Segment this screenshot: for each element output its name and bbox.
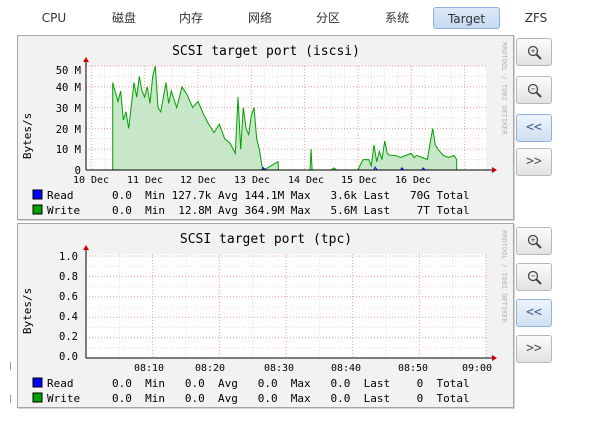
- legend-read-name: Read: [47, 377, 74, 390]
- tpc-graph: SCSI target port (tpc) Bytes/s RRDTOOL /…: [21, 230, 508, 405]
- y-axis-arrow: [83, 57, 89, 62]
- graph-panel-iscsi: SCSI target port (iscsi) Bytes/s RRDTOOL…: [17, 35, 514, 220]
- x-tick-label: 13 Dec: [234, 175, 270, 186]
- tab-zfs[interactable]: ZFS: [506, 7, 566, 29]
- legend-read-stats: 0.0 Min 127.7k Avg 144.1M Max 3.6k Last …: [112, 189, 470, 202]
- x-tick-label: 08:50: [398, 363, 428, 374]
- tab-network[interactable]: 网络: [230, 7, 290, 29]
- legend-swatch-write: [32, 204, 43, 215]
- legend-swatch-read: [32, 377, 43, 388]
- x-tick-label: 08:10: [134, 363, 164, 374]
- tab-memory[interactable]: 内存: [161, 7, 221, 29]
- y-tick-label: 1.0: [59, 251, 78, 263]
- y-tick-labels: 0.0 0.2 0.4 0.6 0.8 1.0: [59, 251, 78, 363]
- zoom-in-icon: +: [527, 45, 542, 60]
- zoom-in-icon: +: [527, 234, 542, 249]
- x-tick-label: 10 Dec: [73, 175, 109, 186]
- y-axis-label: Bytes/s: [21, 288, 34, 334]
- legend-write-stats: 0.0 Min 0.0 Avg 0.0 Max 0.0 Last 0 Total: [112, 392, 470, 405]
- legend-write-name: Write: [47, 392, 80, 405]
- legend: Read 0.0 Min 127.7k Avg 144.1M Max 3.6k …: [32, 189, 470, 217]
- zoom-out-icon: −: [527, 83, 542, 98]
- y-tick-label: 0.4: [59, 311, 78, 323]
- x-axis-arrow: [492, 167, 497, 173]
- x-tick-label: 08:30: [264, 363, 294, 374]
- y-tick-label: 0.0: [59, 351, 78, 363]
- zoom-in-button[interactable]: +: [516, 38, 552, 66]
- back-button[interactable]: <<: [516, 114, 552, 142]
- y-axis-arrow: [83, 245, 89, 250]
- graph-panel-tpc: SCSI target port (tpc) Bytes/s RRDTOOL /…: [17, 223, 514, 408]
- y-tick-label: 10 M: [56, 144, 81, 156]
- legend-swatch-write: [32, 392, 43, 403]
- forward-button[interactable]: >>: [516, 148, 552, 176]
- tab-disk[interactable]: 磁盘: [94, 7, 154, 29]
- back-button[interactable]: <<: [516, 299, 552, 327]
- y-tick-label: 50 M: [56, 65, 81, 77]
- tab-target[interactable]: Target: [433, 7, 500, 29]
- edge-tick: [10, 395, 11, 403]
- tab-system[interactable]: 系统: [367, 7, 427, 29]
- svg-text:−: −: [531, 85, 536, 94]
- x-tick-label: 12 Dec: [180, 175, 216, 186]
- y-tick-label: 0.8: [59, 271, 78, 283]
- y-axis-label: Bytes/s: [21, 113, 34, 159]
- y-tick-labels: 0 10 M 20 M 30 M 40 M 50 M: [56, 65, 81, 177]
- tab-cpu[interactable]: CPU: [26, 7, 82, 29]
- svg-text:+: +: [531, 47, 536, 56]
- x-axis-arrow: [492, 355, 497, 361]
- iscsi-graph: SCSI target port (iscsi) Bytes/s RRDTOOL…: [21, 42, 508, 217]
- x-tick-label: 14 Dec: [288, 175, 324, 186]
- edge-tick: [10, 362, 11, 370]
- x-tick-label: 08:20: [195, 363, 225, 374]
- x-tick-labels: 10 Dec 11 Dec 12 Dec 13 Dec 14 Dec 15 De…: [73, 175, 431, 186]
- legend-write-stats: 0.0 Min 12.8M Avg 364.9M Max 5.6M Last 7…: [112, 204, 470, 217]
- watermark: RRDTOOL / TOBI OETIKER: [500, 230, 508, 324]
- legend-swatch-read: [32, 189, 43, 200]
- svg-text:+: +: [531, 236, 536, 245]
- x-tick-label: 16 Dec: [395, 175, 431, 186]
- zoom-out-icon: −: [527, 270, 542, 285]
- zoom-out-button[interactable]: −: [516, 263, 552, 291]
- legend-read-name: Read: [47, 189, 74, 202]
- y-tick-label: 0.2: [59, 331, 78, 343]
- svg-text:−: −: [531, 272, 536, 281]
- legend: Read 0.0 Min 0.0 Avg 0.0 Max 0.0 Last 0 …: [32, 377, 470, 405]
- chart-title: SCSI target port (tpc): [180, 232, 352, 247]
- x-tick-label: 11 Dec: [127, 175, 163, 186]
- zoom-out-button[interactable]: −: [516, 76, 552, 104]
- x-tick-labels: 08:10 08:20 08:30 08:40 08:50 09:00: [134, 363, 492, 374]
- legend-write-name: Write: [47, 204, 80, 217]
- tab-partition[interactable]: 分区: [298, 7, 358, 29]
- forward-button[interactable]: >>: [516, 335, 552, 363]
- watermark: RRDTOOL / TOBI OETIKER: [500, 42, 508, 136]
- zoom-in-button[interactable]: +: [516, 227, 552, 255]
- tab-bar: CPU 磁盘 内存 网络 分区 系统 Target ZFS: [22, 6, 612, 30]
- x-tick-label: 08:40: [331, 363, 361, 374]
- chart-title: SCSI target port (iscsi): [172, 44, 360, 59]
- y-tick-label: 30 M: [56, 103, 81, 115]
- y-tick-label: 0.6: [59, 291, 78, 303]
- x-tick-label: 15 Dec: [341, 175, 377, 186]
- x-tick-label: 09:00: [462, 363, 492, 374]
- left-edge: [0, 0, 12, 425]
- y-tick-label: 40 M: [56, 82, 81, 94]
- legend-read-stats: 0.0 Min 0.0 Avg 0.0 Max 0.0 Last 0 Total: [112, 377, 470, 390]
- y-tick-label: 20 M: [56, 124, 81, 136]
